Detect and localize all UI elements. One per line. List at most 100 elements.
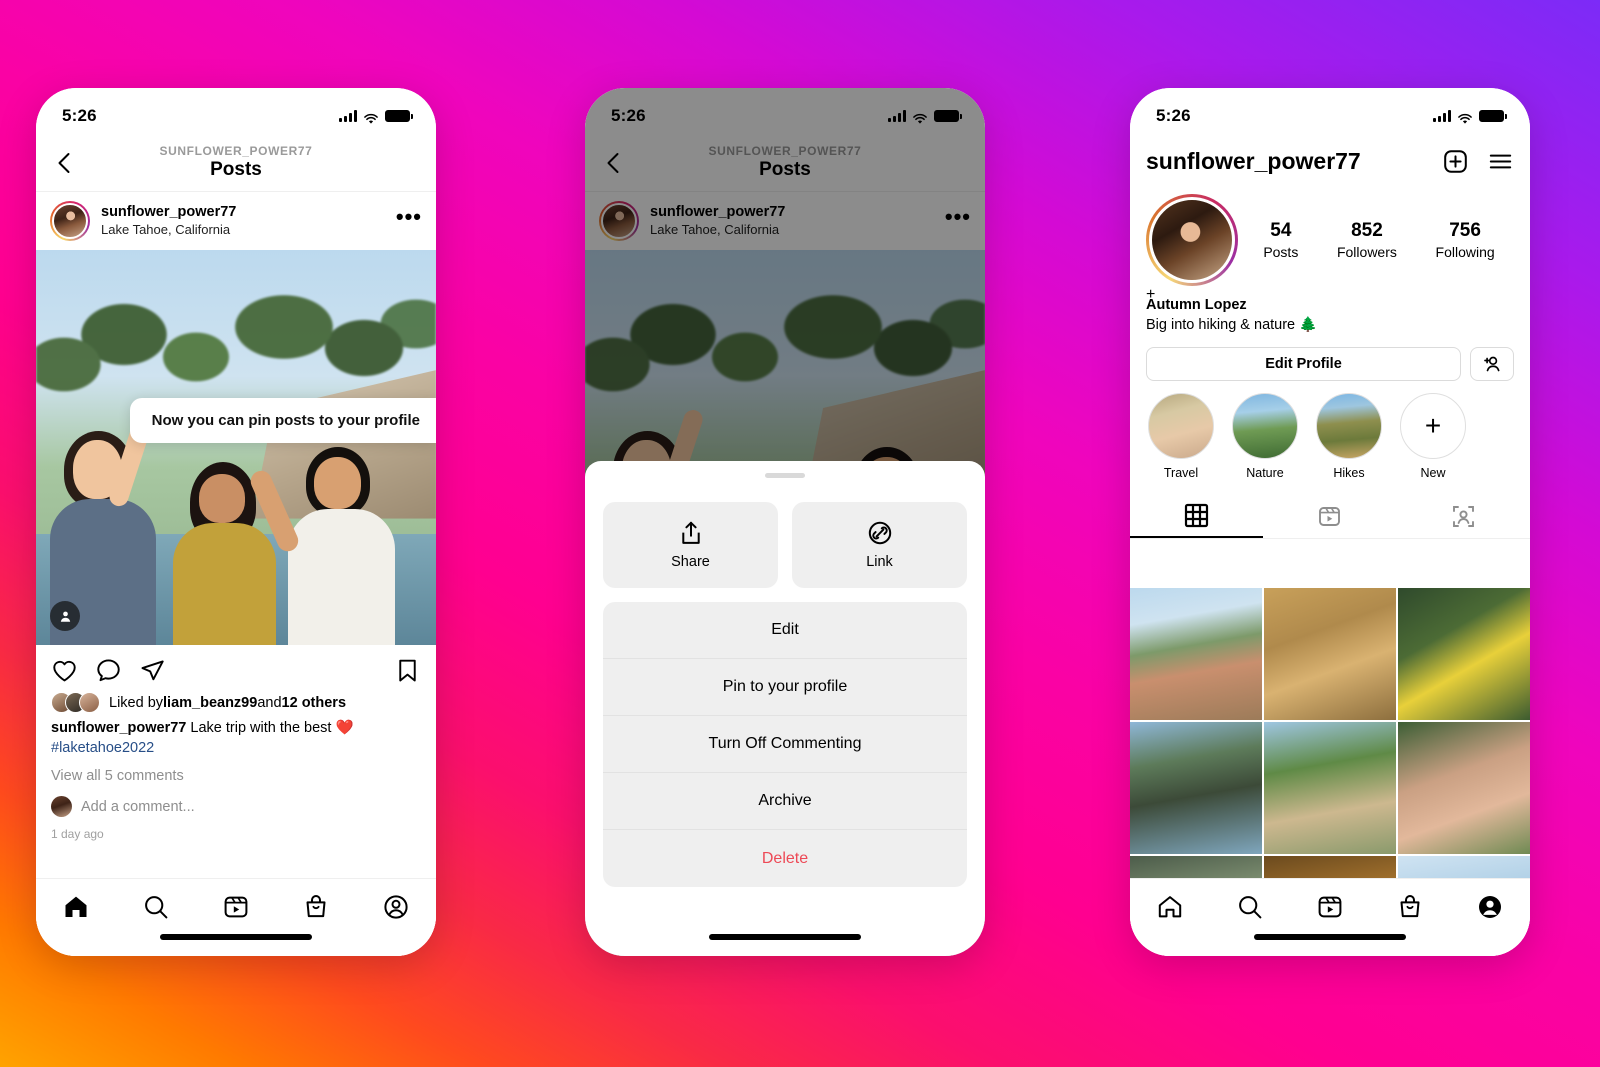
phone-1-screen: 5:26 SUNFLOWER_POWER77 Posts sunflower_p… <box>36 88 436 956</box>
bottom-tab-bar <box>36 878 436 956</box>
comment-icon[interactable] <box>95 657 122 684</box>
post-username[interactable]: sunflower_power77 <box>101 204 236 221</box>
home-indicator <box>709 934 861 940</box>
quick-actions: Share Link <box>603 502 967 588</box>
status-bar-3: 5:26 <box>1130 88 1530 134</box>
grid-item[interactable] <box>1130 856 1262 878</box>
more-options-icon[interactable]: ••• <box>396 206 422 228</box>
plus-square-icon[interactable] <box>1442 148 1469 175</box>
highlight-new[interactable]: + New <box>1400 393 1466 480</box>
tab-grid[interactable] <box>1130 494 1264 539</box>
highlight-label: New <box>1420 466 1446 481</box>
reels-icon[interactable] <box>222 893 250 921</box>
likes-count[interactable]: 12 others <box>282 695 346 711</box>
menu-item-pin-to-profile[interactable]: Pin to your profile <box>603 659 967 716</box>
likes-row[interactable]: Liked by liam_beanz99 and 12 others <box>36 690 436 713</box>
profile-username[interactable]: sunflower_power77 <box>1146 148 1361 175</box>
add-comment-placeholder[interactable]: Add a comment... <box>81 799 195 815</box>
edit-profile-button[interactable]: Edit Profile <box>1146 347 1461 382</box>
sheet-menu: Edit Pin to your profile Turn Off Commen… <box>603 602 967 887</box>
profile-bio-text: Big into hiking & nature 🌲 <box>1146 316 1318 333</box>
post-author-text: sunflower_power77 Lake Tahoe, California <box>101 204 236 238</box>
bottom-tab-bar-3 <box>1130 878 1530 956</box>
followers-label: Followers <box>1336 244 1397 260</box>
add-person-icon[interactable] <box>1470 347 1514 382</box>
menu-item-edit[interactable]: Edit <box>603 602 967 659</box>
avatar[interactable] <box>1146 194 1238 286</box>
profile-tabs <box>1130 494 1530 540</box>
home-indicator <box>160 934 312 940</box>
link-button[interactable]: Link <box>792 502 967 588</box>
followers-count: 852 <box>1351 220 1383 241</box>
post-timestamp: 1 day ago <box>51 827 104 842</box>
search-icon[interactable] <box>142 893 170 921</box>
profile-icon[interactable] <box>382 893 410 921</box>
home-icon[interactable] <box>62 893 90 921</box>
tab-tagged[interactable] <box>1397 494 1530 538</box>
highlight-travel[interactable]: Travel <box>1148 393 1214 480</box>
photo-subjects <box>36 337 436 645</box>
share-button[interactable]: Share <box>603 502 778 588</box>
highlight-label: Nature <box>1246 466 1284 481</box>
drag-handle[interactable] <box>765 473 805 478</box>
stat-followers[interactable]: 852 Followers <box>1337 220 1397 260</box>
highlight-hikes[interactable]: Hikes <box>1316 393 1382 480</box>
likes-middle: and <box>257 694 282 711</box>
liker-username[interactable]: liam_beanz99 <box>163 695 257 711</box>
status-icons <box>339 110 413 124</box>
posts-count: 54 <box>1270 220 1292 241</box>
post-location[interactable]: Lake Tahoe, California <box>101 222 236 238</box>
menu-item-turn-off-commenting[interactable]: Turn Off Commenting <box>603 716 967 773</box>
reels-icon[interactable] <box>1316 893 1344 921</box>
highlight-cover <box>1148 393 1214 460</box>
grid-item[interactable] <box>1398 856 1530 878</box>
caption-hashtag[interactable]: #laketahoe2022 <box>51 740 154 756</box>
bookmark-icon[interactable] <box>394 657 421 684</box>
post-actions <box>36 645 436 690</box>
status-icons-3 <box>1433 110 1507 124</box>
caption-username[interactable]: sunflower_power77 <box>51 720 186 736</box>
profile-stats: 54 Posts 852 Followers 756 Following <box>1244 220 1514 260</box>
stat-following[interactable]: 756 Following <box>1436 220 1495 260</box>
phone-2-screen: 5:26 SUNFLOWER_POWER77 Posts sunflower_p… <box>585 88 985 956</box>
home-icon[interactable] <box>1156 893 1184 921</box>
avatar[interactable] <box>50 201 90 241</box>
status-time: 5:26 <box>62 106 97 125</box>
shop-icon[interactable] <box>1396 893 1424 921</box>
grid-item[interactable] <box>1264 588 1396 720</box>
grid-item[interactable] <box>1130 588 1262 720</box>
add-comment-row[interactable]: Add a comment... <box>36 784 436 818</box>
grid-item[interactable] <box>1398 588 1530 720</box>
menu-item-archive[interactable]: Archive <box>603 773 967 830</box>
caption-text: Lake trip with the best ❤️ <box>186 720 354 736</box>
grid-item[interactable] <box>1264 856 1396 878</box>
stat-posts[interactable]: 54 Posts <box>1263 220 1298 260</box>
post-caption: sunflower_power77 Lake trip with the bes… <box>36 713 436 758</box>
profile-summary-row: + 54 Posts 852 Followers 756 Following <box>1130 184 1530 303</box>
cellular-bars-icon <box>1433 110 1451 122</box>
share-paper-plane-icon[interactable] <box>139 657 166 684</box>
grid-item[interactable] <box>1130 722 1262 854</box>
highlight-nature[interactable]: Nature <box>1232 393 1298 480</box>
grid-item[interactable] <box>1264 722 1396 854</box>
tab-reels[interactable] <box>1263 494 1396 538</box>
grid-item[interactable] <box>1398 722 1530 854</box>
pin-posts-tooltip[interactable]: Now you can pin posts to your profile <box>129 398 436 443</box>
person-tag-icon[interactable] <box>50 601 80 631</box>
post-photo[interactable]: Now you can pin posts to your profile <box>36 250 436 645</box>
phone-1-post-view: 5:26 SUNFLOWER_POWER77 Posts sunflower_p… <box>36 88 436 956</box>
profile-icon-filled[interactable] <box>1476 893 1504 921</box>
share-upload-icon <box>678 520 704 546</box>
shop-icon[interactable] <box>302 893 330 921</box>
profile-avatar-wrap[interactable]: + <box>1146 194 1238 303</box>
view-all-comments-link[interactable]: View all 5 comments <box>36 758 436 784</box>
following-label: Following <box>1435 244 1495 260</box>
search-icon[interactable] <box>1236 893 1264 921</box>
menu-item-delete[interactable]: Delete <box>603 830 967 887</box>
heart-icon[interactable] <box>51 657 78 684</box>
plus-icon[interactable]: + <box>1146 286 1238 304</box>
page-title: Posts <box>210 158 262 180</box>
hamburger-menu-icon[interactable] <box>1487 148 1514 175</box>
chevron-left-icon[interactable] <box>52 150 78 176</box>
share-label: Share <box>671 554 710 570</box>
